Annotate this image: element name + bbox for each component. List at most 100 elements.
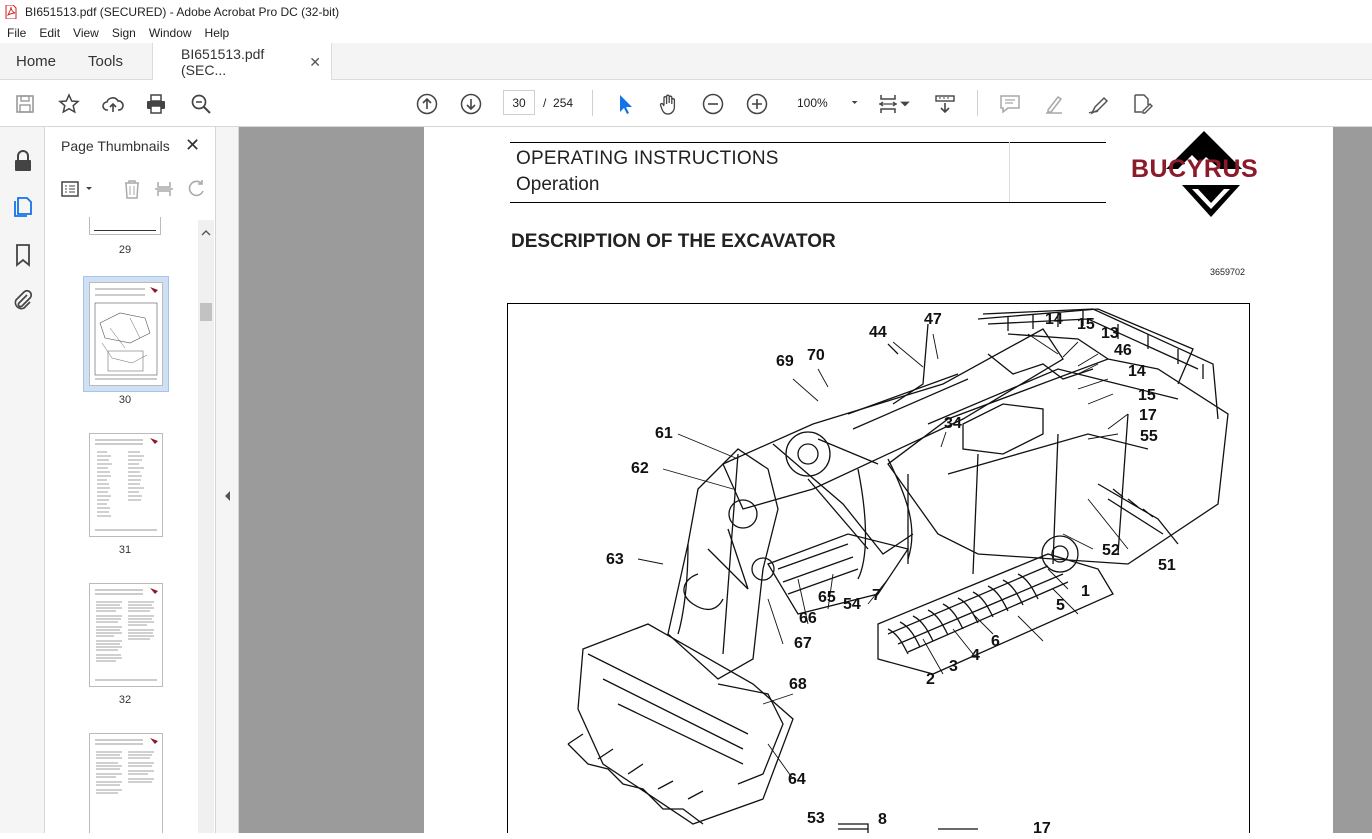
callout-label: 53 — [807, 810, 825, 827]
scroll-mode-icon[interactable] — [933, 92, 957, 116]
menu-help[interactable]: Help — [198, 26, 236, 40]
page-count: / 254 — [543, 96, 574, 110]
section-title: DESCRIPTION OF THE EXCAVATOR — [511, 231, 836, 252]
panel-title: Page Thumbnails — [61, 138, 170, 154]
close-tab-icon[interactable]: ✕ — [309, 54, 321, 71]
callout-label: 5 — [1056, 597, 1065, 614]
thumbnail-page-30[interactable] — [89, 282, 163, 386]
callout-label: 70 — [807, 347, 825, 364]
highlight-pen-icon[interactable] — [1042, 92, 1066, 116]
save-icon[interactable] — [13, 92, 37, 116]
page-fit-icon[interactable] — [876, 92, 900, 116]
tab-document-label: BI651513.pdf (SEC... — [181, 46, 265, 78]
document-viewer[interactable]: OPERATING INSTRUCTIONS Operation BUCYRUS… — [239, 127, 1372, 833]
callout-label: 54 — [843, 596, 861, 613]
menu-view[interactable]: View — [66, 26, 105, 40]
callout-label: 52 — [1102, 542, 1120, 559]
hand-tool-icon[interactable] — [657, 92, 681, 116]
menu-edit[interactable]: Edit — [32, 26, 66, 40]
menu-file[interactable]: File — [0, 26, 32, 40]
previous-page-icon[interactable] — [415, 92, 439, 116]
zoom-level-select[interactable]: 100% — [788, 90, 858, 115]
menu-sign[interactable]: Sign — [105, 26, 142, 40]
print-icon[interactable] — [144, 92, 168, 116]
acrobat-pdf-icon — [5, 4, 17, 19]
bookmarks-icon[interactable] — [11, 243, 35, 267]
callout-label: 2 — [926, 671, 935, 688]
callout-label: 67 — [794, 635, 812, 652]
current-page-input[interactable]: 30 — [503, 90, 535, 115]
callout-label: 47 — [924, 311, 942, 328]
callout-label: 69 — [776, 353, 794, 370]
close-panel-icon[interactable]: ✕ — [185, 135, 200, 156]
thumbnail-page-31[interactable] — [89, 433, 163, 537]
thumbnail-page-33[interactable] — [89, 733, 163, 833]
delete-page-icon[interactable] — [121, 178, 143, 200]
tab-tools[interactable]: Tools — [88, 43, 123, 80]
zoom-level-value: 100% — [797, 95, 828, 110]
callout-label: 14 — [1128, 363, 1146, 380]
collapse-arrow-icon[interactable] — [224, 488, 231, 506]
zoom-dropdown-icon — [851, 101, 858, 104]
next-page-icon[interactable] — [459, 92, 483, 116]
callout-label: 64 — [788, 771, 806, 788]
thumbnail-page-29[interactable] — [89, 217, 161, 235]
scrollbar-thumb[interactable] — [200, 303, 212, 321]
callout-label: 63 — [606, 551, 624, 568]
thumbnail-page-number: 30 — [118, 394, 132, 406]
tab-document[interactable]: BI651513.pdf (SEC... ✕ — [152, 43, 332, 81]
callout-label: 66 — [799, 610, 817, 627]
tab-home[interactable]: Home — [16, 43, 56, 80]
rotate-page-icon[interactable] — [186, 178, 208, 200]
page-fit-dropdown-icon[interactable] — [899, 92, 911, 116]
comment-icon[interactable] — [998, 92, 1022, 116]
callout-label: 8 — [878, 811, 887, 828]
callout-label: 65 — [818, 589, 836, 606]
tab-bar: Home Tools BI651513.pdf (SEC... ✕ — [0, 43, 1372, 81]
header-rule — [510, 202, 1106, 203]
lock-icon[interactable] — [11, 149, 35, 173]
callout-label: 7 — [872, 587, 881, 604]
callout-label: 51 — [1158, 557, 1176, 574]
thumbnail-options-icon[interactable] — [60, 178, 100, 200]
bookmark-star-icon[interactable] — [57, 92, 81, 116]
callout-label: 44 — [869, 324, 887, 341]
header-divider — [1009, 142, 1010, 202]
callout-label: 6 — [991, 633, 1000, 650]
thumbnails-scrollbar[interactable] — [198, 220, 214, 833]
callout-label: 17 — [1139, 407, 1157, 424]
attachments-paperclip-icon[interactable] — [11, 288, 35, 312]
pdf-page: OPERATING INSTRUCTIONS Operation BUCYRUS… — [424, 127, 1333, 833]
menu-window[interactable]: Window — [142, 26, 198, 40]
document-header-title: OPERATING INSTRUCTIONS — [516, 148, 779, 169]
panel-collapse-strip[interactable] — [216, 127, 239, 833]
zoom-search-icon[interactable] — [189, 92, 213, 116]
window-title: BI651513.pdf (SECURED) - Adobe Acrobat P… — [25, 4, 340, 19]
thumbnail-page-32[interactable] — [89, 583, 163, 687]
page-thumbnails-panel: Page Thumbnails ✕ 29 30 31 32 — [45, 127, 216, 833]
main-toolbar — [0, 80, 1372, 127]
header-rule — [510, 142, 1106, 143]
callout-label: 61 — [655, 425, 673, 442]
callout-label: 15 — [1138, 387, 1156, 404]
zoom-out-icon[interactable] — [701, 92, 725, 116]
callout-label: 13 — [1101, 325, 1119, 342]
menu-bar: File Edit View Sign Window Help — [0, 23, 1372, 43]
zoom-in-icon[interactable] — [745, 92, 769, 116]
toolbar-separator — [977, 90, 978, 116]
fill-sign-icon[interactable] — [1130, 92, 1154, 116]
page-thumbnails-icon[interactable] — [11, 195, 35, 219]
thumbnail-page-number: 32 — [118, 694, 132, 706]
callout-label: 1 — [1081, 583, 1090, 600]
callout-label: 62 — [631, 460, 649, 477]
thumbnail-page-number: 31 — [118, 544, 132, 556]
extract-pages-icon[interactable] — [153, 178, 175, 200]
upload-cloud-icon[interactable] — [101, 92, 125, 116]
left-navigation-rail — [0, 127, 45, 833]
window-titlebar: BI651513.pdf (SECURED) - Adobe Acrobat P… — [0, 0, 1372, 23]
callout-label: 46 — [1114, 342, 1132, 359]
scroll-up-arrow-icon[interactable] — [201, 224, 211, 236]
toolbar-separator — [592, 90, 593, 116]
select-cursor-icon[interactable] — [613, 92, 637, 116]
draw-pen-icon[interactable] — [1086, 92, 1110, 116]
